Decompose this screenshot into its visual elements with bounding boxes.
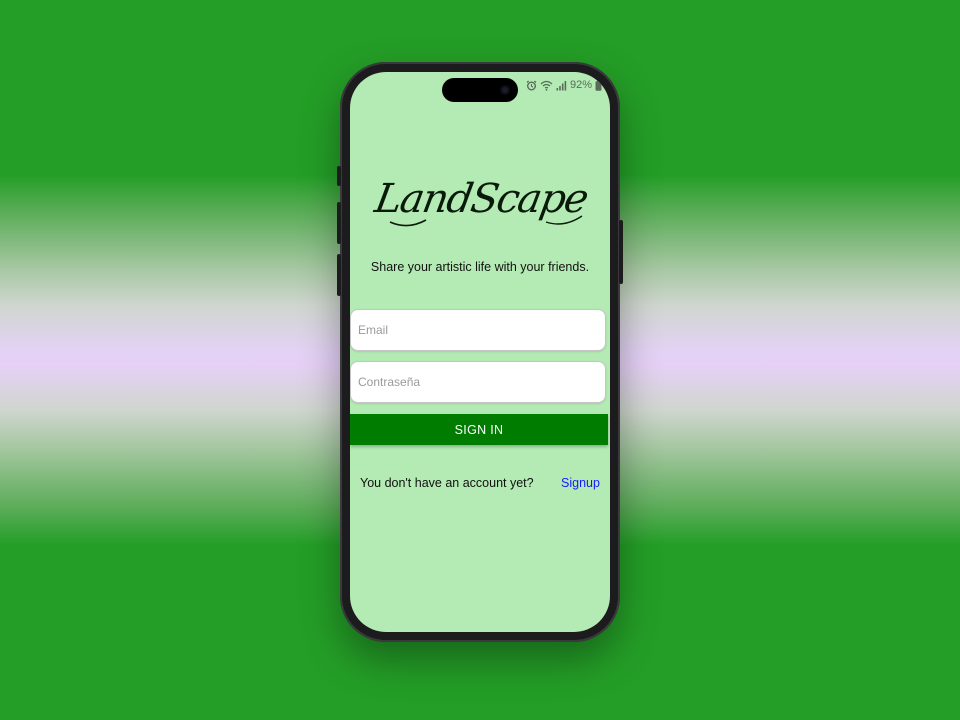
alarm-icon — [526, 80, 537, 91]
side-button — [619, 220, 623, 284]
app-logo: LandScape — [350, 160, 610, 240]
screen: 92% LandScape Share your artistic life w… — [350, 72, 610, 632]
wifi-icon — [540, 80, 553, 91]
phone-frame: 92% LandScape Share your artistic life w… — [337, 62, 623, 642]
camera-icon — [500, 85, 510, 95]
battery-icon — [595, 79, 602, 91]
email-placeholder: Email — [358, 323, 389, 337]
logo-text: LandScape — [371, 175, 592, 222]
tagline: Share your artistic life with your frien… — [370, 260, 590, 274]
side-button — [337, 254, 341, 296]
signal-icon — [556, 80, 567, 91]
battery-percent: 92% — [569, 79, 592, 91]
sign-in-label: SIGN IN — [454, 422, 504, 437]
no-account-text: You don't have an account yet? — [360, 476, 534, 490]
side-button — [337, 202, 341, 244]
signup-link[interactable]: Signup — [561, 476, 600, 490]
sign-in-button[interactable]: SIGN IN — [350, 414, 608, 445]
dynamic-island — [442, 78, 518, 102]
email-input[interactable]: Email — [350, 309, 606, 351]
status-bar: 92% — [526, 78, 602, 92]
side-button — [337, 166, 341, 186]
password-placeholder: Contraseña — [358, 375, 421, 389]
password-input[interactable]: Contraseña — [350, 361, 606, 403]
